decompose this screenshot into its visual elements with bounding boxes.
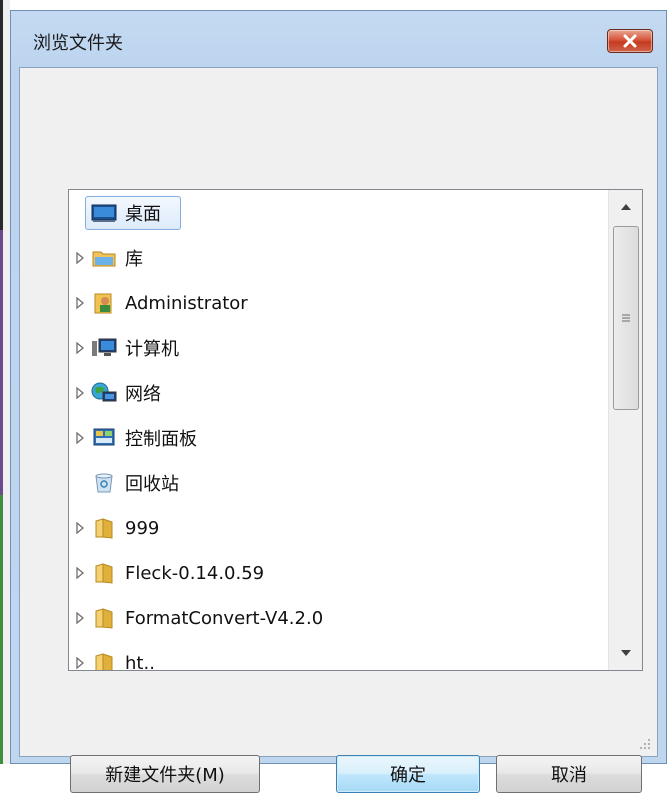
library-icon — [91, 247, 117, 269]
close-button[interactable] — [607, 29, 653, 53]
folder-icon — [91, 517, 117, 539]
tree-item-control-panel[interactable]: 控制面板 — [69, 418, 197, 458]
expand-triangle-icon[interactable] — [69, 297, 91, 309]
network-icon — [91, 382, 117, 404]
desktop-icon — [91, 202, 117, 224]
title-bar[interactable]: 浏览文件夹 — [11, 11, 666, 67]
tree-item-folder-formatconvert[interactable]: FormatConvert-V4.2.0 — [69, 598, 323, 638]
control-panel-icon — [91, 427, 117, 449]
tree-item-folder-999[interactable]: 999 — [69, 508, 159, 548]
new-folder-button[interactable]: 新建文件夹(M) — [70, 755, 260, 793]
ok-button[interactable]: 确定 — [336, 755, 480, 793]
tree-item-label: Administrator — [125, 292, 248, 314]
scroll-down-button[interactable] — [609, 636, 642, 670]
folder-icon — [91, 562, 117, 584]
grip-lines-icon — [622, 314, 630, 322]
expand-triangle-icon[interactable] — [69, 657, 91, 669]
tree-item-label: 回收站 — [125, 474, 179, 495]
background-edge-green — [0, 495, 3, 764]
folder-tree[interactable]: 桌面 库 Administrator 计算机 网络 控制面板 回收站 999 F… — [68, 189, 643, 671]
dialog-title: 浏览文件夹 — [33, 33, 123, 54]
vertical-scrollbar[interactable] — [608, 190, 642, 670]
scroll-up-button[interactable] — [609, 190, 642, 224]
expand-triangle-icon[interactable] — [69, 522, 91, 534]
tree-item-recycle-bin[interactable]: 回收站 — [69, 463, 179, 503]
tree-item-label: ht.. — [125, 652, 155, 671]
folder-icon — [91, 607, 117, 629]
cancel-button[interactable]: 取消 — [496, 755, 642, 793]
arrow-down-icon — [621, 650, 631, 656]
tree-item-library[interactable]: 库 — [69, 238, 143, 278]
recycle-bin-icon — [91, 472, 117, 494]
tree-item-desktop[interactable]: 桌面 — [69, 193, 161, 233]
resize-grip-icon[interactable] — [637, 736, 651, 750]
tree-item-label: 网络 — [125, 384, 161, 405]
arrow-up-icon — [621, 204, 631, 210]
dialog-body: 桌面 库 Administrator 计算机 网络 控制面板 回收站 999 F… — [19, 67, 658, 793]
tree-item-administrator[interactable]: Administrator — [69, 283, 248, 323]
tree-item-network[interactable]: 网络 — [69, 373, 161, 413]
computer-icon — [91, 337, 117, 359]
close-icon — [623, 34, 637, 48]
expand-triangle-icon[interactable] — [69, 432, 91, 444]
tree-item-label: FormatConvert-V4.2.0 — [125, 607, 324, 629]
background-edge-purple — [0, 230, 3, 495]
expand-triangle-icon[interactable] — [69, 342, 91, 354]
tree-item-label: 控制面板 — [125, 429, 197, 450]
tree-item-label: 计算机 — [125, 339, 179, 360]
folder-tree-items: 桌面 库 Administrator 计算机 网络 控制面板 回收站 999 F… — [69, 190, 606, 670]
scroll-thumb[interactable] — [613, 226, 639, 410]
expand-triangle-icon[interactable] — [69, 567, 91, 579]
tree-item-folder-fleck[interactable]: Fleck-0.14.0.59 — [69, 553, 264, 593]
tree-item-folder-partial[interactable]: ht.. — [69, 643, 155, 671]
expand-triangle-icon[interactable] — [69, 612, 91, 624]
tree-item-label: Fleck-0.14.0.59 — [125, 562, 265, 584]
folder-icon — [91, 652, 117, 670]
tree-item-label: 桌面 — [125, 204, 161, 225]
background-edge-dark — [0, 0, 3, 230]
expand-triangle-icon[interactable] — [69, 252, 91, 264]
tree-item-label: 999 — [125, 517, 160, 539]
browse-folder-dialog: 浏览文件夹 桌面 库 Administrator 计算机 网络 控制面板 回收站… — [10, 10, 667, 793]
tree-item-label: 库 — [125, 249, 143, 270]
tree-item-computer[interactable]: 计算机 — [69, 328, 179, 368]
user-folder-icon — [91, 292, 117, 314]
expand-triangle-icon[interactable] — [69, 387, 91, 399]
